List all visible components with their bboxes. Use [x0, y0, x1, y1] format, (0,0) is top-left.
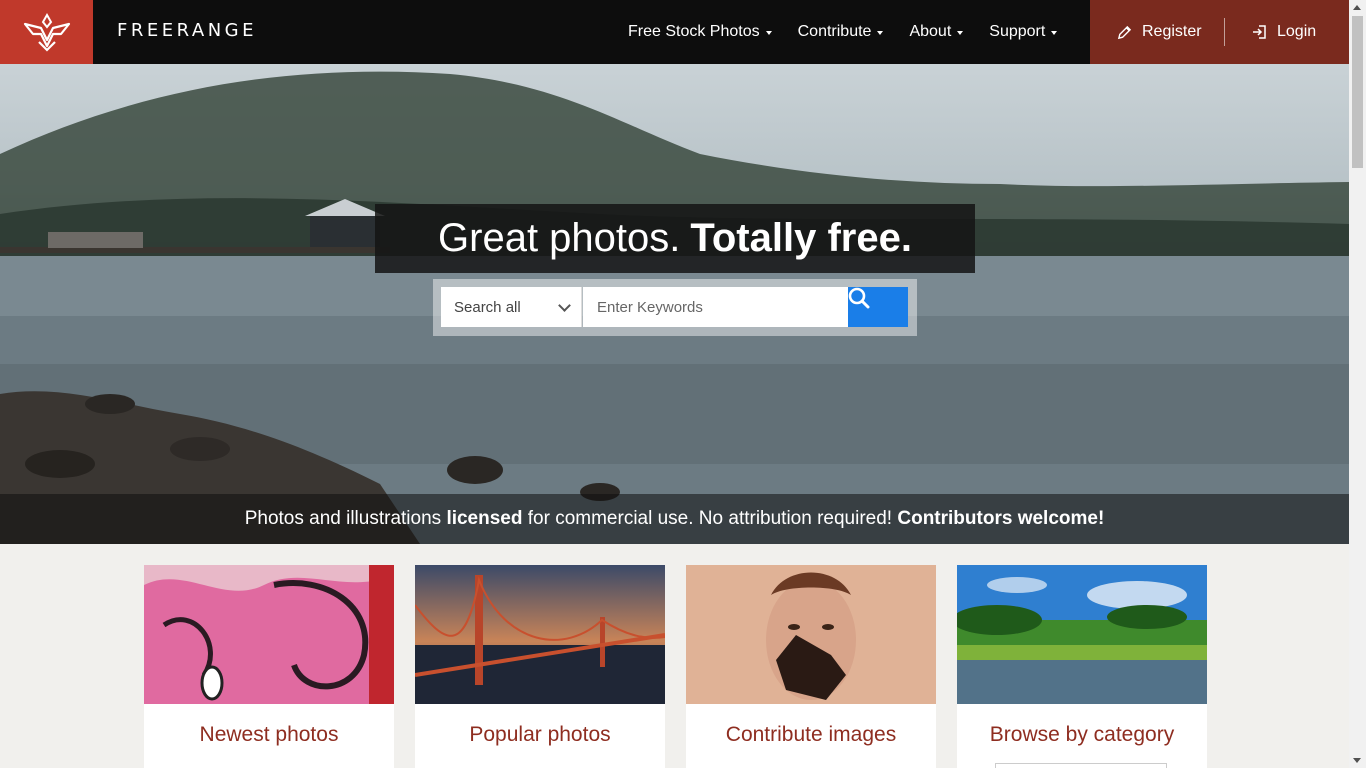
search-input[interactable]	[583, 287, 848, 327]
nav-label: Support	[989, 23, 1046, 40]
caret-down-icon	[765, 31, 772, 35]
nav-label: Free Stock Photos	[628, 23, 760, 40]
card-label: Newest photos	[199, 723, 339, 746]
register-label: Register	[1142, 23, 1202, 40]
card-label: Popular photos	[469, 723, 611, 746]
search-bar: Search all	[433, 279, 917, 336]
popular-photos-thumbnail	[415, 565, 665, 704]
scroll-thumb[interactable]	[1352, 16, 1363, 168]
nav-about[interactable]: About	[909, 23, 964, 41]
search-scope-select[interactable]: Search all	[441, 287, 582, 327]
search-scope-value: Search all	[454, 298, 521, 316]
card-contribute-images[interactable]: Contribute images	[686, 565, 936, 768]
logo[interactable]	[0, 0, 93, 64]
search-icon	[848, 287, 870, 309]
card-label: Browse by category	[989, 723, 1175, 746]
hero-section: Great photos. Totally free. Search all P…	[0, 64, 1349, 544]
nav-contribute[interactable]: Contribute	[798, 23, 884, 41]
auth-area: Register Login	[1090, 0, 1349, 64]
tagline-part2: for commercial use. No attribution requi…	[522, 508, 898, 529]
caret-down-icon	[1051, 31, 1058, 35]
login-icon	[1253, 25, 1266, 39]
tagline-contributors: Contributors welcome!	[897, 508, 1105, 529]
scroll-down-icon[interactable]	[1353, 758, 1361, 763]
page-scrollbar[interactable]	[1349, 0, 1366, 768]
card-browse-by-category[interactable]: Browse by category	[957, 565, 1207, 768]
chevron-down-icon	[558, 299, 571, 312]
scroll-up-icon[interactable]	[1353, 5, 1361, 10]
newest-photos-thumbnail	[144, 565, 394, 704]
nav-support[interactable]: Support	[989, 23, 1058, 41]
caret-down-icon	[957, 31, 964, 35]
card-popular-photos[interactable]: Popular photos	[415, 565, 665, 768]
headline-bold: Totally free.	[690, 216, 912, 260]
site-header: FREERANGE Free Stock Photos Contribute A…	[0, 0, 1349, 64]
hero-tagline: Photos and illustrations licensed for co…	[0, 494, 1349, 544]
browse-category-thumbnail	[957, 565, 1207, 704]
search-button[interactable]	[848, 287, 908, 327]
login-button[interactable]: Login	[1225, 0, 1316, 64]
freerange-logo-icon	[23, 12, 70, 52]
register-button[interactable]: Register	[1090, 0, 1224, 64]
login-label: Login	[1277, 23, 1317, 40]
contribute-images-thumbnail	[686, 565, 936, 704]
pencil-icon	[1117, 25, 1132, 39]
nav-label: About	[909, 23, 952, 40]
tagline-licensed: licensed	[446, 508, 523, 529]
brand-name[interactable]: FREERANGE	[117, 20, 257, 41]
nav-label: Contribute	[797, 23, 872, 40]
main-nav: Free Stock Photos Contribute About Suppo…	[628, 0, 1058, 64]
category-select[interactable]	[995, 763, 1167, 768]
caret-down-icon	[877, 31, 884, 35]
hero-headline: Great photos. Totally free.	[375, 204, 975, 273]
card-label: Contribute images	[725, 723, 897, 746]
tagline-part1: Photos and illustrations	[244, 508, 447, 529]
nav-free-stock-photos[interactable]: Free Stock Photos	[628, 23, 772, 41]
card-newest-photos[interactable]: Newest photos	[144, 565, 394, 768]
headline-light: Great photos.	[438, 216, 681, 260]
